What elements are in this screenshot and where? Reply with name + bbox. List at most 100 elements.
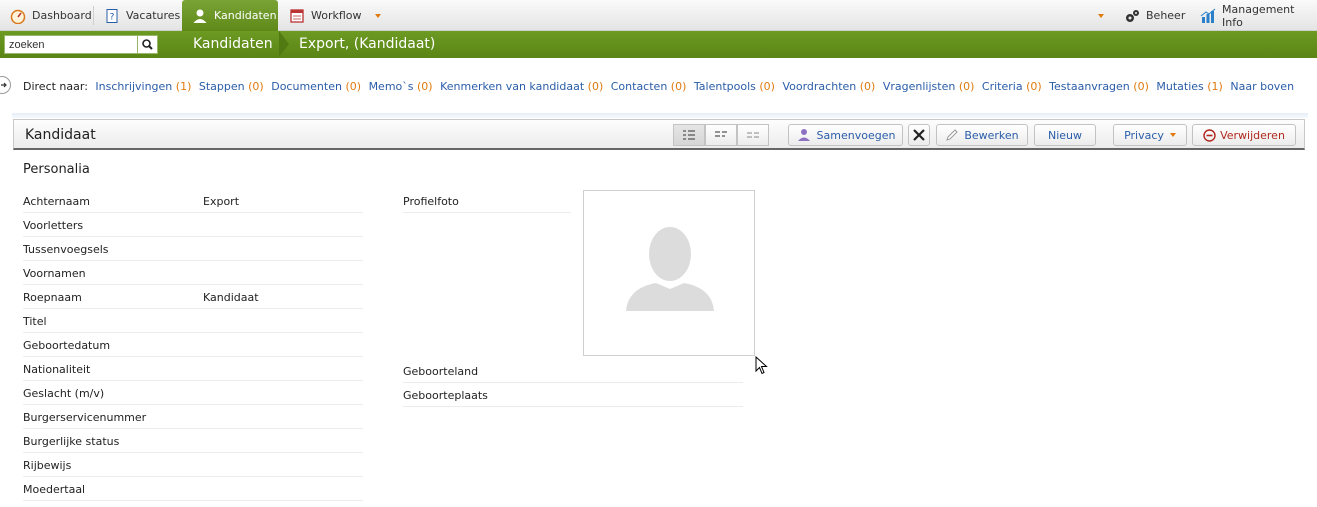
tools-button[interactable] [908, 124, 930, 146]
direct-link-inschrijvingen[interactable]: Inschrijvingen [95, 80, 172, 93]
breadcrumb-page: Export, (Kandidaat) [299, 36, 436, 52]
search-button[interactable] [137, 35, 158, 54]
direct-link-contacten[interactable]: Contacten [611, 80, 668, 93]
direct-count: (0) [859, 80, 876, 93]
direct-link-kenmerken[interactable]: Kenmerken van kandidaat [440, 80, 584, 93]
chart-icon [1200, 8, 1216, 24]
list-detail-icon [683, 130, 695, 140]
personalia-title: Personalia [23, 162, 90, 177]
privacy-button[interactable]: Privacy [1113, 124, 1187, 146]
tab-dashboard[interactable]: Dashboard [0, 0, 93, 31]
direct-count: (0) [958, 80, 975, 93]
field-row: Burgerservicenummer [23, 405, 363, 429]
field-label: Voornamen [23, 267, 86, 280]
field-label: Moedertaal [23, 483, 86, 496]
tab-workflow-label: Workflow [311, 9, 362, 22]
view-detail-button[interactable] [673, 124, 705, 146]
direct-link-mutaties[interactable]: Mutaties [1156, 80, 1203, 93]
person-icon [192, 8, 208, 24]
pencil-icon [946, 129, 959, 141]
merge-label: Samenvoegen [816, 128, 896, 142]
nav-management-info[interactable]: Management Info [1190, 0, 1317, 31]
nav-management-info-label: Management Info [1222, 2, 1295, 29]
more-tabs-dropdown-icon[interactable] [375, 14, 381, 18]
profile-photo-placeholder[interactable] [583, 190, 755, 356]
direct-link-vragenlijsten[interactable]: Vragenlijsten [883, 80, 955, 93]
tab-kandidaten[interactable]: Kandidaten [182, 0, 278, 31]
field-label: Burgerservicenummer [23, 411, 147, 424]
field-label: Achternaam [23, 195, 90, 208]
merge-button[interactable]: Samenvoegen [788, 124, 903, 146]
calendar-icon [289, 8, 305, 24]
direct-label: Direct naar: [23, 80, 88, 93]
field-row: Geboorteplaats [403, 383, 743, 407]
direct-count: (1) [1207, 80, 1223, 93]
avatar-placeholder-icon [626, 227, 714, 311]
person-icon [797, 129, 810, 141]
vacancy-icon: ? [104, 8, 120, 24]
list-minimal-icon [747, 132, 759, 138]
edit-button[interactable]: Bewerken [936, 124, 1028, 146]
arrow-right-icon [1, 82, 7, 88]
collapse-sidebar-button[interactable] [0, 76, 11, 94]
field-label: Geboorteplaats [403, 389, 488, 402]
view-minimal-button[interactable] [737, 124, 769, 146]
edit-label: Bewerken [964, 128, 1019, 142]
direct-link-testaanvragen[interactable]: Testaanvragen [1049, 80, 1130, 93]
direct-link-stappen[interactable]: Stappen [199, 80, 245, 93]
svg-text:?: ? [110, 12, 115, 22]
field-row: Nationaliteit [23, 357, 363, 381]
field-label: Tussenvoegsels [23, 243, 109, 256]
field-label: Voorletters [23, 219, 84, 232]
right-menu-dropdown-icon[interactable] [1098, 14, 1104, 18]
list-compact-icon [715, 131, 727, 137]
mouse-cursor-icon [755, 356, 768, 375]
tab-vacatures-label: Vacatures [126, 9, 181, 22]
field-row: Rijbewijs [23, 453, 363, 477]
remove-icon [1203, 128, 1216, 142]
field-label: Titel [23, 315, 47, 328]
breadcrumb-section[interactable]: Kandidaten [193, 31, 273, 58]
field-row: Titel [23, 309, 363, 333]
panel-title: Kandidaat [25, 127, 96, 143]
field-row: Voornamen [23, 261, 363, 285]
direct-count: (0) [345, 80, 362, 93]
direct-link-documenten[interactable]: Documenten [271, 80, 342, 93]
direct-count: (0) [417, 80, 433, 93]
tools-icon [913, 129, 925, 141]
delete-button[interactable]: Verwijderen [1192, 124, 1296, 146]
field-value: Kandidaat [203, 291, 259, 304]
field-row: Geboorteland [403, 359, 743, 383]
direct-link-voordrachten[interactable]: Voordrachten [782, 80, 856, 93]
section-divider [12, 113, 1308, 118]
field-row: Achternaam Export [23, 189, 363, 213]
direct-links: Direct naar: Inschrijvingen (1) Stappen … [23, 80, 1294, 93]
direct-link-criteria[interactable]: Criteria [982, 80, 1023, 93]
field-label: Geboorteland [403, 365, 479, 378]
direct-link-talentpools[interactable]: Talentpools [694, 80, 756, 93]
dashboard-icon [10, 8, 26, 24]
view-compact-button[interactable] [705, 124, 737, 146]
tab-vacatures[interactable]: ? Vacatures [94, 0, 181, 31]
field-row: Roepnaam Kandidaat [23, 285, 363, 309]
privacy-label: Privacy [1124, 128, 1164, 142]
nav-beheer[interactable]: Beheer [1114, 0, 1190, 31]
field-row: Voorletters [23, 213, 363, 237]
direct-count: (0) [1133, 80, 1149, 93]
tab-workflow[interactable]: Workflow [279, 0, 364, 31]
field-label: Geboortedatum [23, 339, 111, 352]
new-button[interactable]: Nieuw [1034, 124, 1096, 146]
direct-link-naar-boven[interactable]: Naar boven [1230, 80, 1294, 93]
top-navigation: Dashboard ? Vacatures Kandidaten Workflo… [0, 0, 1317, 31]
field-row: Profielfoto [403, 189, 571, 213]
direct-count: (0) [1026, 80, 1042, 93]
search-icon [142, 39, 153, 50]
field-label: Burgerlijke status [23, 435, 120, 448]
field-label: Nationaliteit [23, 363, 91, 376]
field-label: Rijbewijs [23, 459, 72, 472]
search-input[interactable] [4, 35, 138, 54]
breadcrumb-separator-icon [279, 31, 289, 57]
tab-dashboard-label: Dashboard [32, 9, 92, 22]
tab-kandidaten-label: Kandidaten [214, 9, 277, 22]
direct-link-memos[interactable]: Memo`s [369, 80, 414, 93]
